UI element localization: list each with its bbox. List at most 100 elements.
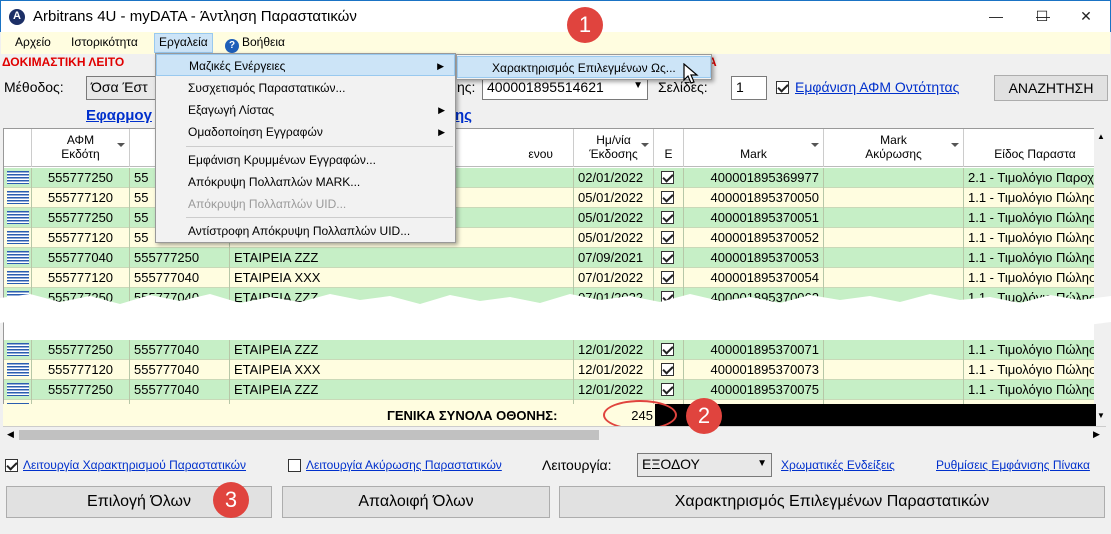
menu-history[interactable]: Ιστορικότητα [71,35,138,49]
cell-mark: 400001895370053 [684,248,824,268]
menu-item-bulk-actions[interactable]: Μαζικές Ενέργειες ▶ [156,54,455,76]
method-select[interactable]: Όσα Έστ [86,76,156,100]
header-type[interactable]: Είδος Παραστα [964,129,1105,167]
cell-afm: 555777120 [32,228,130,248]
row-checkbox[interactable] [661,251,674,264]
scroll-thumb[interactable] [19,430,599,440]
menu-item-show-hidden[interactable]: Εμφάνιση Κρυμμένων Εγγραφών... [156,149,455,171]
characterize-selected-button[interactable]: Χαρακτηρισμός Επιλεγμένων Παραστατικών [559,486,1105,518]
menu-item-export-list[interactable]: Εξαγωγή Λίστας ▶ [156,99,455,121]
table-row[interactable]: 555777120 555777040 ΕΤΑΙΡΕΙΑ XXX 07/01/2022… [4,268,1105,288]
close-button[interactable]: ✕ [1063,1,1109,32]
cell-mark: 400001895370051 [684,208,824,228]
row-checkbox[interactable] [661,231,674,244]
row-checkbox[interactable] [661,383,674,396]
callout-badge-1: 1 [567,7,603,43]
menu-item-correlate[interactable]: Συσχετισμός Παραστατικών... [156,77,455,99]
show-afm-link[interactable]: Εμφάνιση ΑΦΜ Οντότητας [795,79,959,95]
cell-afm: 555777120 [32,360,130,380]
table-row[interactable]: 555777250 555777040 ΕΤΑΙΡΕΙΑ ZZZ 12/01/2022… [4,380,1105,400]
char-mode-link[interactable]: Λειτουργία Χαρακτηρισμού Παραστατικών [23,458,246,472]
flag-icon [4,208,32,228]
cell-afm: 555777120 [32,188,130,208]
cancel-mode-checkbox[interactable] [288,459,301,472]
scroll-down-icon[interactable]: ▼ [1097,411,1105,420]
row-checkbox-cell [654,208,684,228]
table-settings-link[interactable]: Ρυθμίσεις Εμφάνισης Πίνακα [936,458,1090,472]
minimize-button[interactable]: — [973,1,1019,32]
table-row[interactable]: 555777250 555777040 ΕΤΑΙΡΕΙΑ ZZZ 12/01/2022… [4,340,1105,360]
cell-mark: 400001895370052 [684,228,824,248]
menu-help[interactable]: ? Βοήθεια [225,35,285,53]
submenu-arrow-icon: ▶ [438,127,445,137]
cell-date: 05/01/2022 [574,228,654,248]
scroll-left-icon[interactable]: ◀ [7,429,14,440]
header-mark[interactable]: Mark [684,129,824,167]
cell-type: 1.1 - Τιμολόγιο Πώλησ [964,188,1105,208]
cell-type: 1.1 - Τιμολόγιο Πώλησ [964,380,1105,400]
bulk-actions-submenu: Χαρακτηρισμός Επιλεγμένων Ως... [456,54,712,80]
cell-afm: 555777250 [32,168,130,188]
vertical-scrollbar[interactable]: ▲ ▼ [1094,128,1108,426]
cell-afm: 555777250 [32,340,130,360]
scroll-right-icon[interactable]: ▶ [1093,429,1100,440]
totals-row: ΓΕΝΙΚΑ ΣΥΝΟΛΑ ΟΘΟΝΗΣ: 245 [3,400,1096,430]
mouse-cursor-icon [683,63,699,84]
deselect-all-button[interactable]: Απαλοιφή Όλων [282,486,550,518]
flag-icon [4,268,32,288]
header-mark-cancel[interactable]: Mark Ακύρωσης [824,129,964,167]
cell-empty [824,228,964,248]
horizontal-scrollbar[interactable]: ◀ ▶ [3,426,1106,443]
submenu-arrow-icon: ▶ [437,61,444,71]
apply-link-tail[interactable]: ης [455,107,472,124]
cell-afm: 555777120 [32,268,130,288]
header-flag [4,129,32,167]
row-checkbox-cell [654,340,684,360]
function-value: ΕΞΟΔΟΥ [642,456,700,472]
menu-bar: Αρχείο Ιστορικότητα Εργαλεία ? Βοήθεια [1,32,1110,54]
row-checkbox-cell [654,360,684,380]
menu-item-characterize-selected-as[interactable]: Χαρακτηρισμός Επιλεγμένων Ως... [457,56,711,78]
row-checkbox[interactable] [661,363,674,376]
maximize-button[interactable]: ☐ [1019,1,1065,32]
row-checkbox[interactable] [661,211,674,224]
cell-date: 07/01/2022 [574,268,654,288]
menu-item-reverse-hide-uid[interactable]: Αντίστροφη Απόκρυψη Πολλαπλών UID... [156,220,455,242]
menu-tools[interactable]: Εργαλεία [154,33,213,53]
menu-item-hide-mark[interactable]: Απόκρυψη Πολλαπλών MARK... [156,171,455,193]
greek-flag-icon [7,383,29,396]
apply-link[interactable]: Εφαρμογ [86,107,152,124]
torn-edge-divider [0,294,1111,326]
header-date[interactable]: Ημ/νία Έκδοσης [574,129,654,167]
menu-item-group-records[interactable]: Ομαδοποίηση Εγγραφών ▶ [156,121,455,143]
scroll-up-icon[interactable]: ▲ [1097,132,1105,141]
cell-mark: 400001895370075 [684,380,824,400]
cancel-mode-link[interactable]: Λειτουργία Ακύρωσης Παραστατικών [306,458,502,472]
row-checkbox[interactable] [661,191,674,204]
function-select[interactable]: ΕΞΟΔΟΥ ▼ [637,453,772,477]
tools-dropdown-menu: Μαζικές Ενέργειες ▶ Συσχετισμός Παραστατι… [155,53,456,243]
cell-type: 1.1 - Τιμολόγιο Πώλησ [964,208,1105,228]
table-row[interactable]: 555777040 555777250 ΕΤΑΙΡΕΙΑ ZZZ 07/09/2021… [4,248,1105,268]
row-checkbox[interactable] [661,271,674,284]
cell-mark: 400001895370054 [684,268,824,288]
cell-empty [824,188,964,208]
menu-item-hide-uid: Απόκρυψη Πολλαπλών UID... [188,197,347,211]
pages-stepper[interactable]: 1 [731,76,767,100]
cell-date: 05/01/2022 [574,188,654,208]
cell-type: 1.1 - Τιμολόγιο Πώλησ [964,360,1105,380]
row-checkbox-cell [654,188,684,208]
afm-value: 400001895514621 [487,79,604,95]
header-afm-issuer[interactable]: ΑΦΜ Εκδότη [32,129,130,167]
row-checkbox[interactable] [661,171,674,184]
test-mode-warning: ΔΟΚΙΜΑΣΤΙΚΗ ΛΕΙΤΟ [2,55,125,69]
search-button[interactable]: ΑΝΑΖΗΤΗΣΗ [994,75,1108,101]
char-mode-checkbox[interactable] [5,459,18,472]
table-row[interactable]: 555777120 555777040 ΕΤΑΙΡΕΙΑ XXX 12/01/2022… [4,360,1105,380]
row-checkbox[interactable] [661,343,674,356]
show-afm-checkbox[interactable] [776,81,789,94]
header-e[interactable]: Ε [654,129,684,167]
menu-file[interactable]: Αρχείο [15,35,51,49]
greek-flag-icon [7,191,29,204]
color-hints-link[interactable]: Χρωματικές Ενδείξεις [781,458,895,472]
